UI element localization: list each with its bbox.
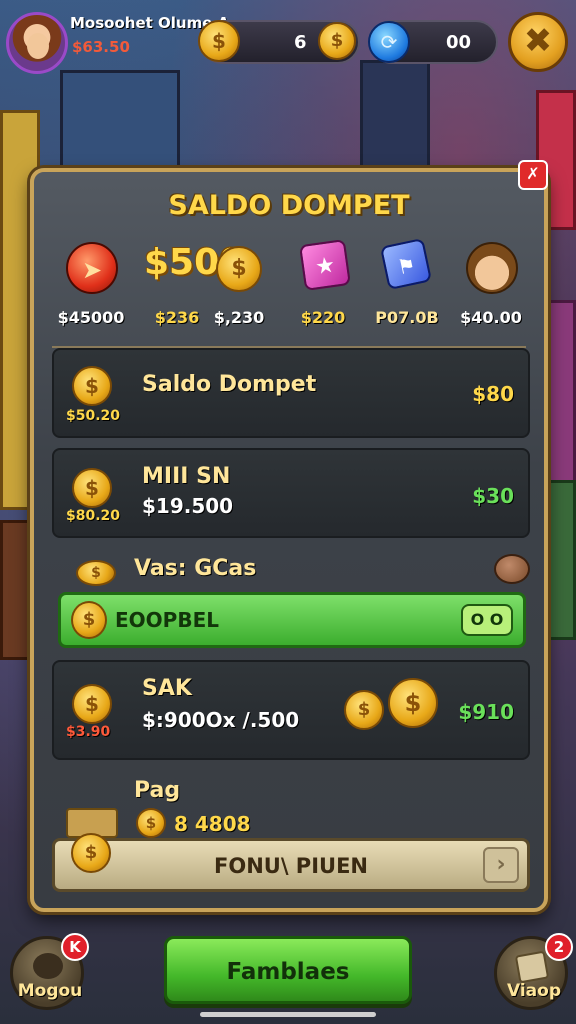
right-menu-label: Viaop [506, 981, 561, 1001]
notification-badge: K [61, 933, 89, 961]
character-avatar-icon [466, 242, 518, 294]
row-amount: $910 [458, 700, 514, 724]
row-title: MIII SN [142, 464, 231, 489]
coin-icon: $ [198, 20, 240, 62]
hut-icon [33, 953, 63, 979]
form-button[interactable]: $ FONU\ PIUEN › [52, 833, 530, 892]
reward-icon-row: ➤ $45000 $500 $236 $ $,230 ★ $220 ⚑ P07.… [34, 237, 544, 342]
coin-stack-icon: $ [72, 366, 112, 406]
primary-action-button[interactable]: Famblaes [164, 936, 412, 1004]
bronze-coin-icon [494, 554, 530, 584]
background-tower [360, 60, 430, 180]
blue-card-icon: ⚑ [379, 237, 433, 291]
dice-icon [514, 950, 550, 984]
pag-value: 8 4808 [174, 812, 251, 836]
gold-500-coins-icon [152, 242, 204, 294]
green-bar-label: EOOPBEL [115, 608, 219, 632]
gem-icon: ⟳ [368, 21, 410, 63]
toggle-switch[interactable]: O O [461, 604, 513, 636]
gold-resource-pill[interactable]: $ 6 $ [198, 20, 360, 64]
vas-row: $ Vas: GCas [52, 552, 530, 592]
coin-stack-icon: $ [72, 684, 112, 724]
background-building [60, 70, 180, 180]
wallet-row[interactable]: $ $50.20 Saldo Dompet $80 [52, 348, 530, 438]
row-stack-label: $80.20 [66, 508, 121, 524]
gold-value: 6 [294, 32, 307, 53]
coin-icon: $ [216, 246, 262, 292]
pink-ticket-icon: ★ [299, 239, 351, 291]
row-title: Saldo Dompet [142, 372, 317, 397]
pag-label: Pag [134, 778, 181, 803]
coin-icon: $ [71, 601, 107, 639]
gem-resource-pill[interactable]: ⟳ 00 [368, 20, 498, 64]
left-menu-button[interactable]: Mogou K [10, 933, 89, 1010]
close-button[interactable]: ✖ [508, 12, 568, 72]
coin-stack-icon: $ [72, 468, 112, 508]
row-subtitle: $19.500 [142, 494, 234, 518]
coin-pile-icon: $ [388, 678, 438, 728]
wallet-panel: ✗ SALDO DOMPET ➤ $45000 $500 $236 $ $,23… [30, 160, 548, 912]
primary-action-label: Famblaes [226, 959, 350, 985]
row-stack-label: $3.90 [66, 724, 111, 740]
vas-label: Vas: GCas [134, 556, 257, 581]
panel-title: SALDO DOMPET [168, 190, 410, 221]
coin-pile-icon: $ [344, 690, 384, 730]
coin-icon: $ [136, 808, 166, 838]
player-cash: $63.50 [72, 38, 130, 56]
top-bar: Mosoohet Olume A $63.50 $ 6 $ ⟳ 00 ✖ [0, 8, 576, 78]
avatar-face-icon [27, 33, 49, 59]
green-toggle-bar[interactable]: $ EOOPBEL O O [58, 592, 526, 648]
chevron-right-icon[interactable]: › [483, 847, 519, 883]
reward-item[interactable]: $236 [152, 242, 204, 327]
red-arrow-coin-icon: ➤ [66, 242, 118, 294]
notification-badge: 2 [545, 933, 573, 961]
gem-value: 00 [446, 32, 472, 53]
right-menu-button[interactable]: Viaop 2 [494, 933, 573, 1010]
player-avatar[interactable] [6, 12, 68, 74]
coin-icon: $ [76, 560, 116, 586]
reward-label: $40.00 [460, 308, 522, 327]
row-subtitle: $:900Ox /.500 [142, 708, 300, 732]
coin-icon: $ [318, 22, 356, 60]
row-amount: $80 [472, 382, 514, 406]
row-amount: $30 [472, 484, 514, 508]
panel-close-button[interactable]: ✗ [518, 160, 548, 190]
wallet-row[interactable]: $ $3.90 SAK $:900Ox /.500 $ $ $910 [52, 660, 530, 760]
form-button-label: FONU\ PIUEN [214, 854, 368, 878]
wallet-row[interactable]: $ $80.20 MIII SN $19.500 $30 [52, 448, 530, 538]
row-stack-label: $50.20 [66, 408, 121, 424]
home-indicator [200, 1012, 376, 1017]
left-menu-label: Mogou [17, 981, 83, 1001]
row-title: SAK [142, 676, 192, 701]
